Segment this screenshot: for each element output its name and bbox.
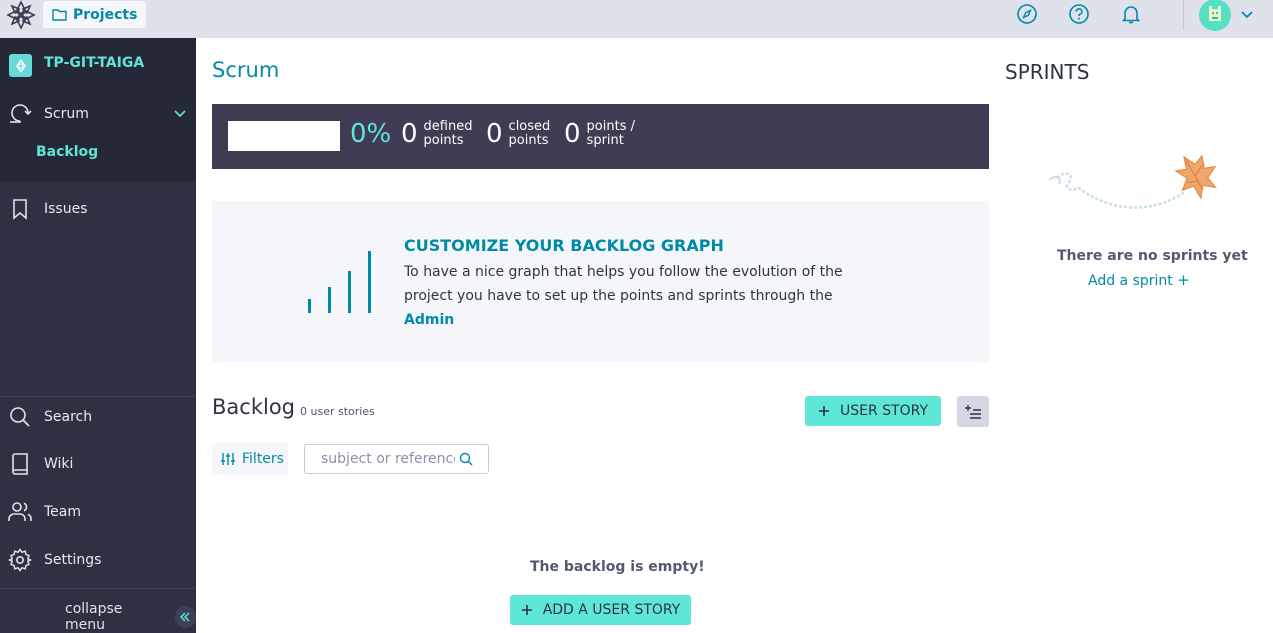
add-sprint-label: Add a sprint [1088,273,1173,289]
project-logo-icon [9,54,32,77]
plus-icon [819,406,829,416]
team-icon [8,500,32,524]
sidebar-item-issues[interactable]: Issues [0,195,196,223]
closed-points-stat: 0 closed points [486,119,550,149]
defined-points-stat: 0 defined points [401,119,472,149]
admin-link[interactable]: Admin [404,312,454,328]
add-a-user-story-button[interactable]: ADD A USER STORY [510,595,691,625]
sidebar-item-backlog[interactable]: Backlog [36,144,98,160]
sidebar-item-label: Team [44,504,82,520]
closed-points-label-2: points [508,133,549,148]
sidebar-item-label: Wiki [44,456,74,472]
closed-points-value: 0 [486,119,503,149]
no-sprints-message: There are no sprints yet [1057,248,1248,264]
gear-icon [8,548,32,572]
search-icon[interactable] [458,451,474,467]
filters-icon [221,453,235,465]
discover-icon[interactable] [1015,2,1039,26]
help-icon[interactable] [1067,2,1091,26]
chevron-down-icon[interactable] [174,110,186,118]
progress-percent: 0% [350,119,392,149]
plus-icon [521,605,532,615]
top-bar: Projects [0,0,1273,38]
bulk-add-button[interactable] [957,396,989,427]
progress-bar [228,121,340,151]
search-icon [8,405,32,429]
customize-description: To have a nice graph that helps you foll… [404,264,843,304]
closed-points-label: closed [508,119,551,134]
sidebar-item-search[interactable]: Search [0,403,196,431]
sprints-title: SPRINTS [1005,60,1090,84]
bulk-add-icon [965,404,981,419]
book-icon [8,452,32,476]
bookmark-icon [8,197,32,221]
folder-icon [52,9,67,21]
defined-points-label-2: points [423,133,464,148]
points-per-sprint-stat: 0 points / sprint [564,119,635,149]
leaf-illustration [1048,154,1217,209]
sidebar-item-label: Settings [44,552,102,568]
collapse-menu-button[interactable]: collapse menu [65,601,196,633]
points-per-sprint-label-2: sprint [586,133,624,148]
sidebar-item-label: Scrum [44,106,89,122]
notifications-icon[interactable] [1119,2,1143,26]
collapse-menu-label: collapse menu [65,601,123,633]
bar-graph-icon [308,251,371,313]
sidebar-divider [0,396,196,397]
add-user-story-button[interactable]: USER STORY [805,396,941,426]
page-title: Scrum [212,58,280,82]
sidebar-divider [0,588,196,589]
filters-label: Filters [242,451,284,467]
backlog-title: Backlog [212,395,295,419]
search-input[interactable] [305,445,455,473]
chevron-down-icon[interactable] [1239,5,1255,25]
sidebar-item-team[interactable]: Team [0,498,196,526]
topbar-divider [1183,0,1184,30]
customize-text: To have a nice graph that helps you foll… [404,260,874,332]
projects-label: Projects [73,6,138,23]
backlog-empty-message: The backlog is empty! [530,559,705,575]
taiga-logo[interactable] [4,0,38,30]
project-name[interactable]: TP-GIT-TAIGA [44,55,144,71]
backlog-search [304,444,489,474]
double-chevron-left-icon [174,606,196,628]
defined-points-value: 0 [401,119,418,149]
sidebar-project-section: TP-GIT-TAIGA Scrum Backlog [0,38,196,182]
defined-points-label: defined [423,119,473,134]
sidebar: TP-GIT-TAIGA Scrum Backlog Issues Search… [0,38,196,633]
sidebar-item-wiki[interactable]: Wiki [0,450,196,478]
points-per-sprint-value: 0 [564,119,581,149]
plus-icon: + [1177,271,1190,289]
filters-button[interactable]: Filters [212,443,288,475]
customize-title: CUSTOMIZE YOUR BACKLOG GRAPH [404,236,724,255]
add-user-story-label: USER STORY [840,403,928,419]
add-sprint-link[interactable]: Add a sprint + [1088,271,1190,289]
sidebar-item-settings[interactable]: Settings [0,546,196,574]
user-avatar[interactable] [1199,0,1231,31]
backlog-summary: 0% 0 defined points 0 closed points 0 poin… [212,104,989,169]
sidebar-item-scrum[interactable]: Scrum [0,100,196,128]
user-story-count: 0 user stories [300,405,375,418]
add-a-user-story-label: ADD A USER STORY [542,602,681,618]
scrum-icon [8,102,32,126]
sidebar-item-label: Issues [44,201,88,217]
sidebar-item-label: Search [44,409,93,425]
customize-graph-panel: CUSTOMIZE YOUR BACKLOG GRAPH To have a n… [212,201,989,362]
points-per-sprint-label: points / [586,119,635,134]
projects-button[interactable]: Projects [43,1,147,28]
